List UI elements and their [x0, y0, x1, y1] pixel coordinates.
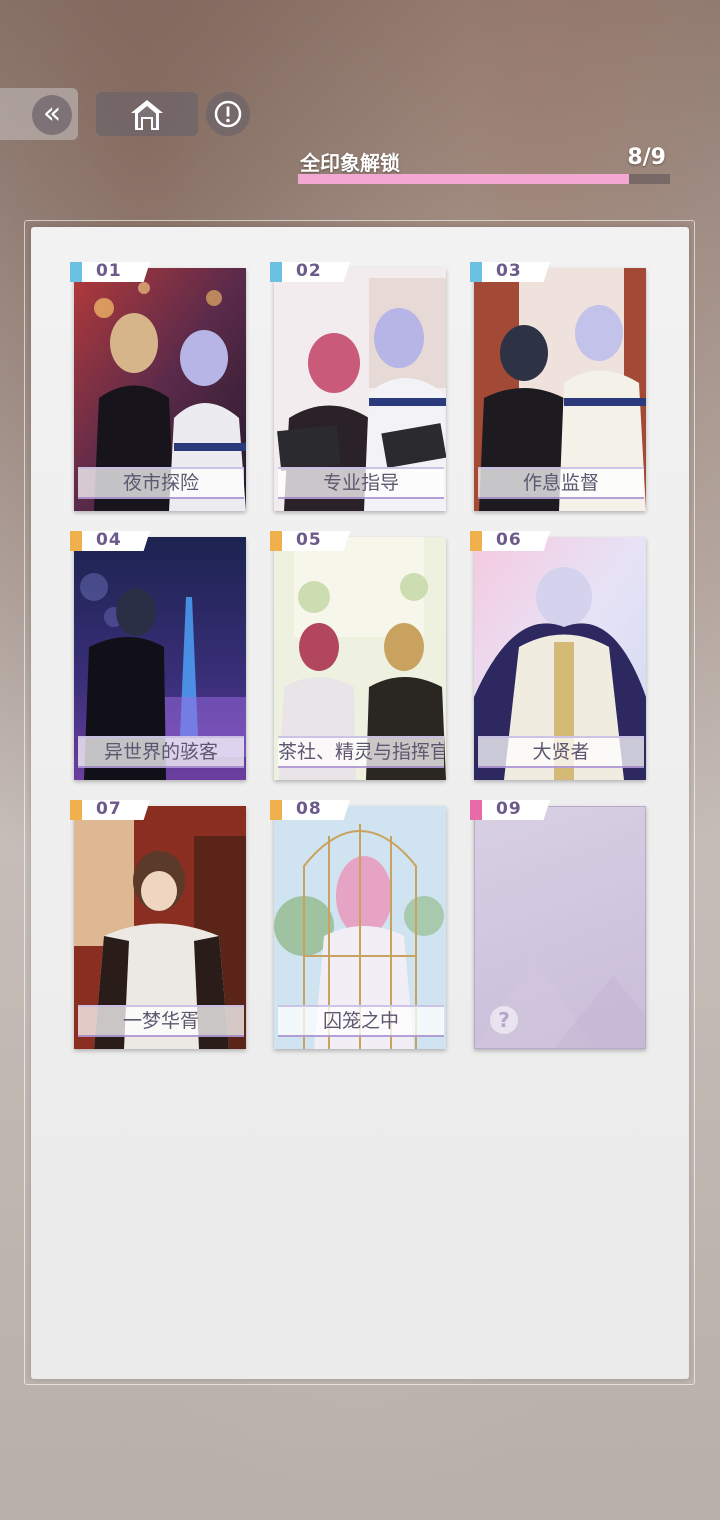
card-number-tab: 09 — [470, 800, 550, 820]
card-flag — [70, 262, 82, 282]
card-title-band: 囚笼之中 — [278, 1005, 444, 1037]
home-button[interactable] — [96, 92, 198, 136]
impression-card-01[interactable]: 01 夜市探险 — [70, 262, 246, 511]
progress-bar — [298, 174, 670, 184]
progress-count: 8/9 — [627, 145, 666, 170]
impression-card-06[interactable]: 06 大贤者 — [470, 531, 646, 780]
card-flag — [70, 531, 82, 551]
card-number-tab: 06 — [470, 531, 550, 551]
card-number-tab: 08 — [270, 800, 350, 820]
card-title: 大贤者 — [532, 741, 590, 763]
card-title-band: 茶社、精灵与指挥官 — [278, 736, 444, 768]
card-title: 作息监督 — [522, 472, 599, 494]
card-number: 07 — [96, 799, 122, 819]
card-title: 夜市探险 — [122, 472, 199, 494]
impression-card-05[interactable]: 05 茶社、精灵与指挥官 — [270, 531, 446, 780]
card-number: 06 — [496, 530, 522, 550]
impression-card-02[interactable]: 02 专业指导 — [270, 262, 446, 511]
card-number: 02 — [296, 261, 322, 281]
card-number-tab: 04 — [70, 531, 150, 551]
card-flag — [470, 262, 482, 282]
card-number: 08 — [296, 799, 322, 819]
card-number-tab: 05 — [270, 531, 350, 551]
card-number: 03 — [496, 261, 522, 281]
info-icon — [214, 100, 242, 128]
card-flag — [270, 531, 282, 551]
card-title: 异世界的骇客 — [103, 741, 218, 763]
card-number-tab: 01 — [70, 262, 150, 282]
card-number: 09 — [496, 799, 522, 819]
card-flag — [470, 800, 482, 820]
card-number: 05 — [296, 530, 322, 550]
impression-card-07[interactable]: 07 一梦华胥 — [70, 800, 246, 1049]
card-number: 04 — [96, 530, 122, 550]
card-title: 一梦华胥 — [122, 1010, 199, 1032]
card-title-band: 夜市探险 — [78, 467, 244, 499]
back-button[interactable]: « — [0, 88, 78, 140]
card-number: 01 — [96, 261, 122, 281]
impression-panel: 01 夜市探险 02 专业指导 03 作息监督 04 异世界的骇客 05 茶社、… — [31, 227, 689, 1379]
impression-card-04[interactable]: 04 异世界的骇客 — [70, 531, 246, 780]
card-flag — [270, 262, 282, 282]
top-bar: « — [0, 88, 720, 140]
progress-bar-fill — [298, 174, 629, 184]
progress-label: 全印象解锁 — [300, 151, 400, 175]
card-number-tab: 03 — [470, 262, 550, 282]
card-title: 囚笼之中 — [322, 1010, 399, 1032]
card-title-band: 作息监督 — [478, 467, 644, 499]
info-button[interactable] — [206, 92, 250, 136]
card-flag — [270, 800, 282, 820]
impression-card-03[interactable]: 03 作息监督 — [470, 262, 646, 511]
card-flag — [70, 800, 82, 820]
card-title-band: 大贤者 — [478, 736, 644, 768]
impression-card-08[interactable]: 08 囚笼之中 — [270, 800, 446, 1049]
card-title-band: 异世界的骇客 — [78, 736, 244, 768]
card-title: 茶社、精灵与指挥官 — [278, 741, 444, 763]
card-number-tab: 02 — [270, 262, 350, 282]
back-icon[interactable]: « — [32, 95, 72, 135]
card-flag — [470, 531, 482, 551]
card-title: 专业指导 — [322, 472, 399, 494]
question-mark-icon: ? — [490, 1006, 518, 1034]
home-icon — [131, 100, 163, 130]
card-number-tab: 07 — [70, 800, 150, 820]
card-title-band: 专业指导 — [278, 467, 444, 499]
impression-card-09-locked[interactable]: 09 ? — [470, 800, 646, 1049]
card-title-band: 一梦华胥 — [78, 1005, 244, 1037]
